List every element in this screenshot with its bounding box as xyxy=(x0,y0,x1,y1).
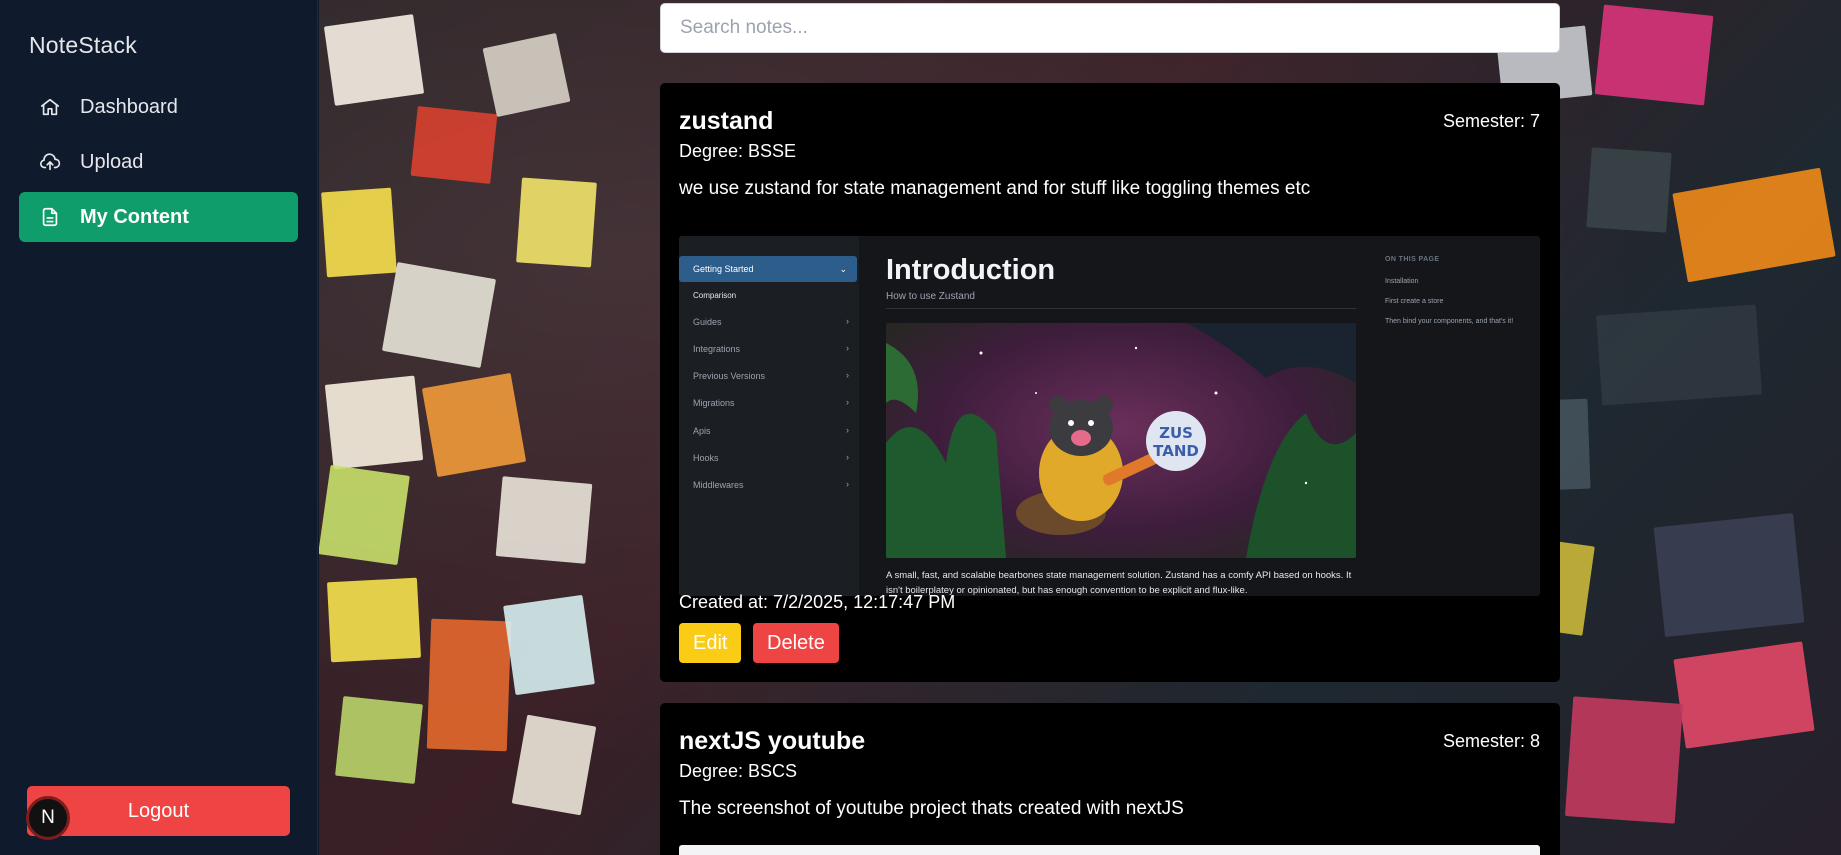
docs-nav-label: Guides xyxy=(693,317,722,327)
cloud-upload-icon xyxy=(38,150,62,174)
docs-nav-label: Getting Started xyxy=(693,264,754,274)
docs-subheading: How to use Zustand xyxy=(886,291,975,302)
sidebar-item-upload[interactable]: Upload xyxy=(19,137,298,187)
note-degree: Degree: BSCS xyxy=(679,761,798,781)
mascot-text-2: TAND xyxy=(1153,442,1199,460)
docs-nav-label: Apis xyxy=(693,426,711,436)
sidebar-item-label: My Content xyxy=(80,205,189,228)
chevron-right-icon: › xyxy=(846,316,849,326)
chevron-right-icon: › xyxy=(846,397,849,407)
chevron-right-icon: › xyxy=(846,425,849,435)
note-title: nextJS youtube xyxy=(679,727,866,755)
docs-nav-item: Previous Versions xyxy=(693,371,853,381)
edit-button[interactable]: Edit xyxy=(679,623,742,663)
chevron-right-icon: › xyxy=(846,452,849,462)
zustand-bear-illustration: ZUS TAND xyxy=(886,323,1356,558)
note-semester: Semester: 7 xyxy=(1442,111,1540,131)
docs-nav-item: Guides xyxy=(693,317,853,327)
docs-sidebar: Getting Started ⌄ Comparison Guides › In… xyxy=(679,236,859,596)
sidebar-item-label: Upload xyxy=(80,150,144,173)
docs-nav-item: Integrations xyxy=(693,344,853,354)
home-icon xyxy=(38,95,62,119)
divider xyxy=(886,308,1356,309)
docs-nav-label: Integrations xyxy=(693,344,741,354)
sidebar: NoteStack Dashboard Upload My Content Lo… xyxy=(0,0,318,855)
note-title: zustand xyxy=(679,107,774,135)
docs-toc-item: Then bind your components, and that's it… xyxy=(1385,318,1514,325)
docs-toc-item: First create a store xyxy=(1385,298,1444,305)
docs-nav-label: Migrations xyxy=(693,398,735,408)
docs-nav-item: Middlewares xyxy=(693,480,853,490)
docs-nav-active: Getting Started ⌄ xyxy=(679,256,857,282)
mascot-text-1: ZUS xyxy=(1159,424,1193,442)
chevron-right-icon: › xyxy=(846,479,849,489)
note-description: The screenshot of youtube project thats … xyxy=(679,798,1184,819)
chevron-right-icon: › xyxy=(846,343,849,353)
docs-nav-item: Migrations xyxy=(693,398,853,408)
docs-nav-item: Comparison xyxy=(693,291,737,300)
docs-heading: Introduction xyxy=(886,254,1056,286)
note-image[interactable]: Getting Started ⌄ Comparison Guides › In… xyxy=(679,236,1540,596)
delete-button[interactable]: Delete xyxy=(753,623,839,663)
sidebar-item-my-content[interactable]: My Content xyxy=(19,192,298,242)
note-created-at: Created at: 7/2/2025, 12:17:47 PM xyxy=(679,592,956,612)
app-brand: NoteStack xyxy=(29,32,137,58)
note-image[interactable] xyxy=(679,845,1540,855)
note-semester: Semester: 8 xyxy=(1442,731,1540,751)
sidebar-item-label: Dashboard xyxy=(80,95,178,118)
document-icon xyxy=(38,205,62,229)
sidebar-item-dashboard[interactable]: Dashboard xyxy=(19,82,298,132)
docs-nav-label: Previous Versions xyxy=(693,371,766,381)
docs-toc-title: ON THIS PAGE xyxy=(1385,256,1440,263)
search-input[interactable] xyxy=(660,3,1560,53)
docs-toc-item: Installation xyxy=(1385,278,1419,285)
chevron-down-icon: ⌄ xyxy=(839,263,847,274)
docs-nav-label: Hooks xyxy=(693,453,719,463)
docs-nav-label: Middlewares xyxy=(693,480,744,490)
note-degree: Degree: BSSE xyxy=(679,141,797,161)
chevron-right-icon: › xyxy=(846,370,849,380)
docs-nav-item: Apis xyxy=(693,426,853,436)
docs-caption: A small, fast, and scalable bearbones st… xyxy=(886,570,1352,596)
note-description: we use zustand for state management and … xyxy=(679,178,1311,199)
note-card: nextJS youtube Semester: 8 Degree: BSCS … xyxy=(660,703,1560,855)
docs-nav-item: Hooks xyxy=(693,453,853,463)
note-card: zustand Semester: 7 Degree: BSSE we use … xyxy=(660,83,1560,682)
avatar[interactable]: N xyxy=(26,796,70,840)
